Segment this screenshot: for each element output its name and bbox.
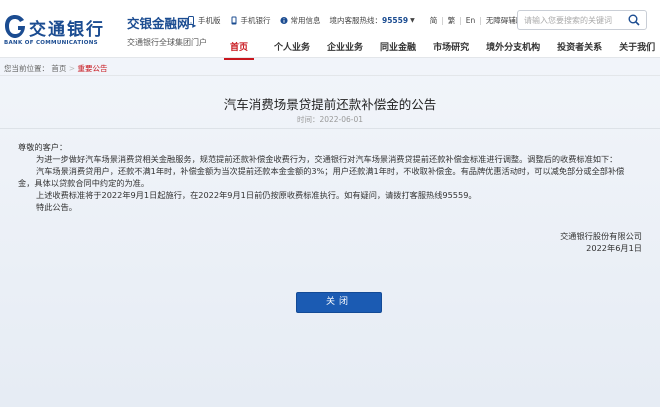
paragraph-line: 特此公告。	[36, 202, 77, 212]
search-box	[517, 10, 647, 30]
link-common-info[interactable]: 常用信息	[279, 15, 321, 26]
lang-simplified[interactable]: 简	[430, 15, 438, 26]
title-divider	[0, 128, 660, 129]
logo-chinese-text: 交通银行	[29, 20, 105, 40]
link-mobile-web[interactable]: 手机版	[187, 15, 221, 26]
paragraph-line: 为进一步做好汽车场景消费贷相关金融服务，规范提前还款补偿金收费行为，交通银行对汽…	[36, 154, 618, 164]
nav-corporate[interactable]: 企业业务	[327, 40, 363, 54]
breadcrumb: 您当前位置： 首页 > 重要公告	[0, 60, 660, 76]
link-mobile-bank[interactable]: 手机银行	[230, 15, 271, 26]
site-header: 交通银行 BANK OF COMMUNICATIONS 交银金融网 ▸ 交通银行…	[0, 0, 660, 60]
info-icon	[279, 16, 288, 24]
close-button[interactable]: 关闭	[296, 292, 382, 313]
paragraph-line: 金，具体以贷款合同中约定的为准。	[18, 178, 150, 188]
breadcrumb-label: 您当前位置：	[4, 64, 49, 73]
paragraph-line: 汽车场景消费贷用户，还款不满1年时，补偿金额为当次提前还款本金金额的3%；用户还…	[36, 166, 625, 176]
paragraph-line: 上述收费标准将于2022年9月1日起施行，在2022年9月1日前仍按原收费标准执…	[36, 190, 477, 200]
salutation: 尊敬的客户：	[18, 142, 68, 152]
top-links: 手机版 手机银行 常用信息 境内客服热线： 95559 ▼ 简 | 繁 | En | …	[187, 13, 549, 27]
nav-home[interactable]: 首页	[223, 40, 255, 60]
search-icon[interactable]	[628, 14, 640, 26]
nav-about[interactable]: 关于我们	[619, 40, 655, 54]
mobile-bank-icon	[231, 16, 236, 24]
sign-date: 2022年6月1日	[586, 243, 642, 253]
breadcrumb-home[interactable]: 首页	[51, 64, 66, 73]
nav-research[interactable]: 市场研究	[433, 40, 469, 54]
hotline-number: 95559	[382, 15, 409, 25]
announcement-body: 尊敬的客户： 为进一步做好汽车场景消费贷相关金融服务，规范提前还款补偿金收费行为…	[18, 141, 646, 213]
breadcrumb-current[interactable]: 重要公告	[77, 64, 107, 73]
search-input[interactable]	[524, 13, 624, 27]
publish-date: 时间：2022-06-01	[296, 115, 364, 124]
signoff: 交通银行股份有限公司 2022年6月1日	[560, 230, 642, 254]
signature: 交通银行股份有限公司	[560, 231, 642, 241]
phone-icon	[188, 15, 194, 25]
nav-personal[interactable]: 个人业务	[274, 40, 310, 54]
bocom-logo-icon	[5, 15, 25, 38]
nav-overseas[interactable]: 境外分支机构	[486, 40, 540, 54]
lang-traditional[interactable]: 繁	[448, 15, 456, 26]
nav-investor[interactable]: 投资者关系	[557, 40, 602, 54]
page-title: 汽车消费场景贷提前还款补偿金的公告	[223, 97, 437, 112]
main-nav: 首页 个人业务 企业业务 同业金融 市场研究 境外分支机构 投资者关系 关于我们	[222, 40, 655, 60]
brand-subtitle: 交通银行全球集团门户	[127, 38, 207, 47]
hotline: 境内客服热线： 95559 ▼	[329, 15, 415, 25]
nav-interbank[interactable]: 同业金融	[380, 40, 416, 54]
breadcrumb-separator: >	[68, 64, 76, 73]
logo-english-text: BANK OF COMMUNICATIONS	[4, 40, 98, 46]
chevron-down-icon[interactable]: ▼	[410, 17, 415, 24]
bocom-logo[interactable]: 交通银行 BANK OF COMMUNICATIONS	[4, 14, 122, 46]
lang-english[interactable]: En	[466, 16, 476, 25]
